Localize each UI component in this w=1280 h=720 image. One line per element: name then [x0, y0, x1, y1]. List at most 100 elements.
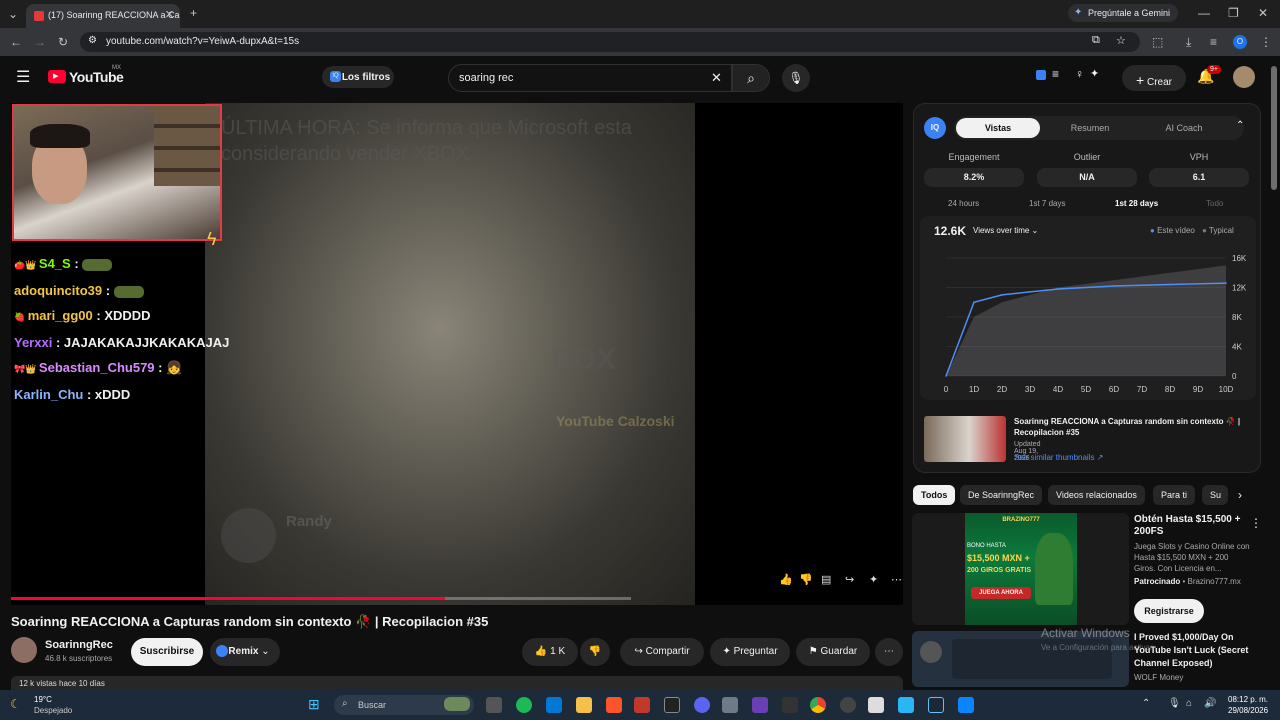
profile-avatar[interactable]: O: [1233, 35, 1247, 49]
sparkle-icon[interactable]: ✦: [1090, 67, 1099, 80]
like-overlay-icon[interactable]: 👍: [779, 573, 793, 586]
tray-chevron-icon[interactable]: ⌃: [1142, 698, 1150, 709]
search-button[interactable]: ⌕: [732, 64, 770, 92]
voice-search-button[interactable]: 🎙: [782, 64, 810, 92]
reload-icon[interactable]: ↻: [58, 35, 68, 49]
more-actions-button[interactable]: ⋯: [875, 638, 903, 666]
network-icon[interactable]: ⌂: [1186, 698, 1192, 709]
close-window-icon[interactable]: ✕: [1258, 6, 1268, 20]
subscribe-button[interactable]: Suscribirse: [131, 638, 203, 666]
search-input[interactable]: soaring rec ✕: [448, 64, 732, 92]
period-24h[interactable]: 24 hours: [948, 199, 979, 208]
app-icon[interactable]: [840, 697, 856, 713]
tab-vistas[interactable]: Vistas: [956, 118, 1040, 138]
chip-channel[interactable]: De SoarinngRec: [960, 485, 1043, 505]
new-tab-icon[interactable]: +: [190, 6, 197, 20]
tab-resumen[interactable]: Resumen: [1050, 116, 1130, 140]
chip-all[interactable]: Todos: [913, 485, 956, 505]
create-button[interactable]: + Crear: [1122, 65, 1186, 91]
mic-tray-icon[interactable]: 🎙: [1168, 698, 1181, 709]
discord-icon[interactable]: [694, 697, 710, 713]
tab-search-icon[interactable]: ⌄: [8, 7, 18, 21]
channel-avatar[interactable]: [11, 637, 37, 663]
spotify-icon[interactable]: [516, 697, 532, 713]
reading-list-icon[interactable]: ≡: [1210, 35, 1217, 49]
taskbar-search[interactable]: ⌕ Buscar: [334, 695, 474, 715]
tab-close-icon[interactable]: ✕: [165, 8, 174, 21]
task-view-icon[interactable]: [486, 697, 502, 713]
forward-icon[interactable]: →: [34, 35, 46, 49]
share-overlay-icon[interactable]: ↪: [845, 573, 854, 586]
register-button[interactable]: Registrarse: [1134, 599, 1204, 623]
account-avatar[interactable]: [1233, 66, 1255, 88]
back-icon[interactable]: ←: [10, 35, 22, 49]
steam-icon[interactable]: [928, 697, 944, 713]
filters-button[interactable]: IQ Los filtros: [322, 66, 394, 88]
ad-more-icon[interactable]: ⋮: [1250, 516, 1262, 530]
sparkle-overlay-icon[interactable]: ✦: [869, 573, 878, 586]
page-scrollbar[interactable]: [1271, 66, 1277, 190]
app-icon[interactable]: [898, 697, 914, 713]
chat-line: 🎀👑 Sebastian_Chu579 : 👧: [14, 360, 183, 375]
gemini-button[interactable]: ✦ Pregúntale a Gemini: [1068, 4, 1178, 22]
bookmark-star-icon[interactable]: ☆: [1116, 34, 1126, 47]
chip-partial[interactable]: Su: [1202, 485, 1228, 505]
site-info-icon[interactable]: ⚙: [88, 35, 97, 46]
app-icon[interactable]: [958, 697, 974, 713]
description-box[interactable]: 12 k vistas hace 10 días: [11, 676, 903, 690]
ad-thumbnail[interactable]: BRAZINO777 BONO HASTA $15,500 MXN + 200 …: [912, 513, 1129, 625]
app-icon[interactable]: [782, 697, 798, 713]
weather-temp[interactable]: 19°C: [34, 695, 52, 704]
chrome-menu-icon[interactable]: ⋮: [1260, 35, 1272, 49]
video-player[interactable]: ÚLTIMA HORA: Se informa que Microsoft es…: [11, 103, 903, 605]
tab-ai-coach[interactable]: AI Coach: [1144, 116, 1224, 140]
store-icon[interactable]: [546, 697, 562, 713]
epic-games-icon[interactable]: [664, 697, 680, 713]
collapse-chevron-icon[interactable]: ⌃: [1236, 120, 1244, 131]
comment-overlay-icon[interactable]: ▤: [821, 573, 831, 586]
y-tick-label: 8K: [1232, 313, 1242, 322]
app-icon[interactable]: [722, 697, 738, 713]
trophy-icon[interactable]: ♀: [1075, 67, 1084, 81]
rec-link[interactable]: See similar thumbnails ↗: [1014, 453, 1103, 462]
install-app-icon[interactable]: ⧉: [1092, 34, 1100, 47]
office-icon[interactable]: [634, 697, 650, 713]
period-all[interactable]: Todo: [1206, 199, 1223, 208]
period-28d[interactable]: 1st 28 days: [1115, 199, 1158, 208]
save-button[interactable]: ⚑ Guardar: [796, 638, 870, 666]
more-overlay-icon[interactable]: ⋯: [891, 573, 902, 586]
chat-line: 🍅👑 S4_S :: [14, 251, 229, 278]
share-button[interactable]: ↪ Compartir: [620, 638, 704, 666]
brave-icon[interactable]: [606, 697, 622, 713]
vidiq-icon[interactable]: [1036, 70, 1046, 80]
file-explorer-icon[interactable]: [576, 697, 592, 713]
browser-tab[interactable]: (17) Soarinng REACCIONA a Ca ✕: [26, 4, 180, 28]
chip-for-you[interactable]: Para ti: [1153, 485, 1196, 505]
extensions-icon[interactable]: ⬚: [1152, 35, 1163, 49]
period-7d[interactable]: 1st 7 days: [1029, 199, 1065, 208]
app-icon[interactable]: [752, 697, 768, 713]
maximize-icon[interactable]: ❐: [1228, 6, 1239, 20]
download-icon[interactable]: ⤓: [1186, 35, 1191, 50]
chip-related[interactable]: Videos relacionados: [1048, 485, 1145, 505]
volume-icon[interactable]: 🔊: [1204, 698, 1216, 709]
windows-taskbar: ☾ 19°C Despejado ⊞ ⌕ Buscar ⌃ 🎙 ⌂ 🔊 08:1…: [0, 690, 1280, 720]
address-bar[interactable]: ⚙ youtube.com/watch?v=YeiwA-dupxA&t=15s …: [80, 32, 1140, 52]
chips-next-icon[interactable]: ›: [1238, 488, 1242, 502]
dislike-overlay-icon[interactable]: 👎: [799, 573, 813, 586]
remix-button[interactable]: Remix ⌄: [210, 638, 280, 666]
dislike-button[interactable]: 👎: [580, 638, 610, 666]
app-icon[interactable]: [868, 697, 884, 713]
windows-start-icon[interactable]: ⊞: [308, 696, 320, 713]
weather-desc: Despejado: [34, 706, 73, 715]
chrome-icon[interactable]: [810, 697, 826, 713]
channel-name[interactable]: SoarinngRec: [45, 639, 113, 651]
clock-time[interactable]: 08:12 p. m.: [1228, 695, 1268, 704]
clear-search-icon[interactable]: ✕: [711, 70, 722, 86]
like-button[interactable]: 👍 1 K: [522, 638, 578, 666]
minimize-icon[interactable]: —: [1198, 6, 1210, 20]
ask-button[interactable]: ✦ Preguntar: [710, 638, 790, 666]
list-icon[interactable]: ≡: [1052, 67, 1059, 81]
hamburger-menu-icon[interactable]: ☰: [16, 67, 30, 87]
ad-title[interactable]: Obtén Hasta $15,500 + 200FS: [1134, 514, 1246, 538]
